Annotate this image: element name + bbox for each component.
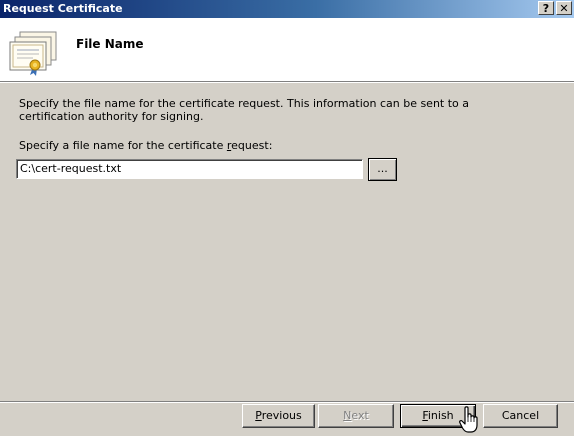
finish-label: inish <box>427 409 454 422</box>
next-label: ext <box>351 409 369 422</box>
help-button[interactable]: ? <box>538 1 554 15</box>
hand-cursor-icon <box>459 406 478 433</box>
next-button[interactable]: Next <box>318 404 394 428</box>
header-divider <box>0 81 574 83</box>
wizard-header: File Name <box>0 18 574 81</box>
title-bar[interactable]: Request Certificate ? ✕ <box>0 0 574 18</box>
footer-divider <box>0 401 574 403</box>
previous-button[interactable]: Previous <box>242 404 315 428</box>
page-title: File Name <box>76 37 144 51</box>
file-name-label-start: Specify a file name for the certificate <box>19 139 227 152</box>
close-button[interactable]: ✕ <box>556 1 572 15</box>
cancel-button[interactable]: Cancel <box>483 404 558 428</box>
file-name-label-end: equest: <box>231 139 273 152</box>
description-text: Specify the file name for the certificat… <box>19 97 470 123</box>
file-name-input[interactable]: C:\cert-request.txt <box>16 159 363 179</box>
file-name-label: Specify a file name for the certificate … <box>19 139 272 152</box>
certificate-icon <box>9 31 57 76</box>
previous-label: revious <box>261 409 302 422</box>
window-title: Request Certificate <box>3 2 123 15</box>
browse-button[interactable]: ... <box>368 158 397 181</box>
